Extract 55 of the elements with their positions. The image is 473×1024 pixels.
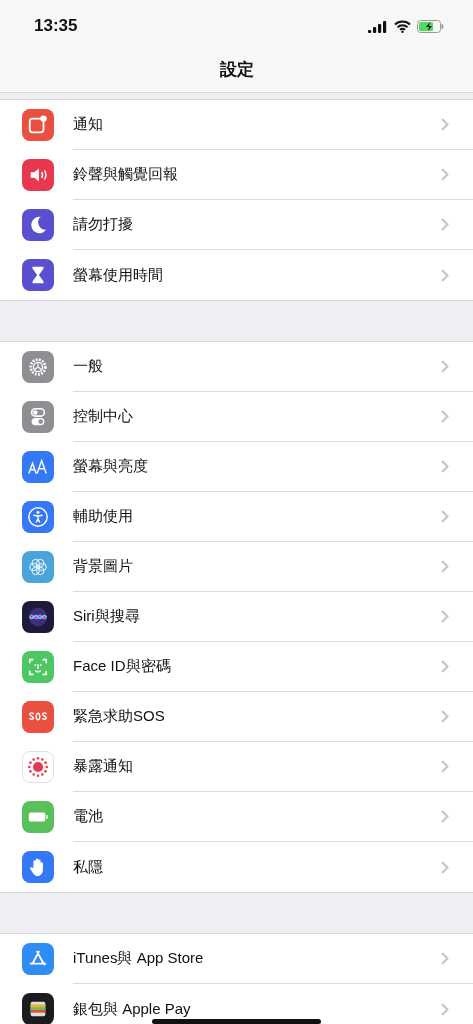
settings-row[interactable]: Face ID與密碼	[0, 642, 473, 692]
settings-row[interactable]: 暴露通知	[0, 742, 473, 792]
chevron-icon	[441, 610, 449, 623]
settings-row[interactable]: 螢幕與亮度	[0, 442, 473, 492]
chevron-icon	[441, 268, 449, 282]
row-label: 控制中心	[73, 407, 133, 426]
chevron-icon	[441, 760, 449, 773]
chevron-icon	[441, 860, 449, 874]
chevron-icon	[441, 560, 449, 573]
row-label: 銀包與 Apple Pay	[73, 999, 191, 1019]
settings-row[interactable]: 一般	[0, 342, 473, 392]
settings-row[interactable]: 鈴聲與觸覺回報	[0, 150, 473, 200]
settings-row[interactable]: 私隱	[0, 842, 473, 892]
row-label: 請勿打擾	[73, 215, 133, 234]
signal-icon	[368, 19, 388, 33]
chevron-icon	[441, 118, 449, 131]
row-label: Face ID與密碼	[73, 657, 171, 676]
page-title: 設定	[218, 59, 255, 81]
row-label: 背景圖片	[73, 557, 133, 576]
settings-row[interactable]: iTunes與 App Store	[0, 934, 473, 984]
row-label: 暴露通知	[73, 757, 133, 776]
settings-row[interactable]: 緊急求助SOS	[0, 692, 473, 742]
row-label: 電池	[73, 807, 103, 826]
row-label: 鈴聲與觸覺回報	[73, 165, 178, 184]
settings-row[interactable]: 電池	[0, 792, 473, 842]
settings-row[interactable]: 輔助使用	[0, 492, 473, 542]
chevron-icon	[441, 810, 449, 823]
settings-row[interactable]: 控制中心	[0, 392, 473, 442]
chevron-icon	[441, 952, 449, 965]
chevron-icon	[441, 218, 449, 231]
chevron-icon	[441, 460, 449, 473]
row-label: 緊急求助SOS	[73, 707, 165, 726]
row-label: 一般	[73, 357, 103, 376]
battery-charging-icon	[417, 19, 444, 33]
row-label: 螢幕使用時間	[73, 265, 163, 285]
row-label: 輔助使用	[73, 507, 133, 526]
row-label: 私隱	[73, 857, 103, 877]
row-label: Siri與搜尋	[73, 607, 140, 626]
chevron-icon	[441, 660, 449, 673]
chevron-icon	[441, 510, 449, 523]
chevron-icon	[441, 360, 449, 373]
chevron-icon	[441, 1002, 449, 1016]
chevron-icon	[441, 410, 449, 423]
wifi-icon	[394, 19, 411, 33]
settings-row[interactable]: 螢幕使用時間	[0, 250, 473, 300]
status-time: 13:35	[34, 16, 78, 36]
chevron-icon	[441, 710, 449, 723]
row-label: iTunes與 App Store	[73, 949, 204, 968]
chevron-icon	[441, 168, 449, 181]
settings-row[interactable]: Siri與搜尋	[0, 592, 473, 642]
row-label: 螢幕與亮度	[73, 457, 148, 476]
row-label: 通知	[73, 115, 103, 134]
settings-row[interactable]: 通知	[0, 100, 473, 150]
settings-row[interactable]: 背景圖片	[0, 542, 473, 592]
settings-row[interactable]: 請勿打擾	[0, 200, 473, 250]
